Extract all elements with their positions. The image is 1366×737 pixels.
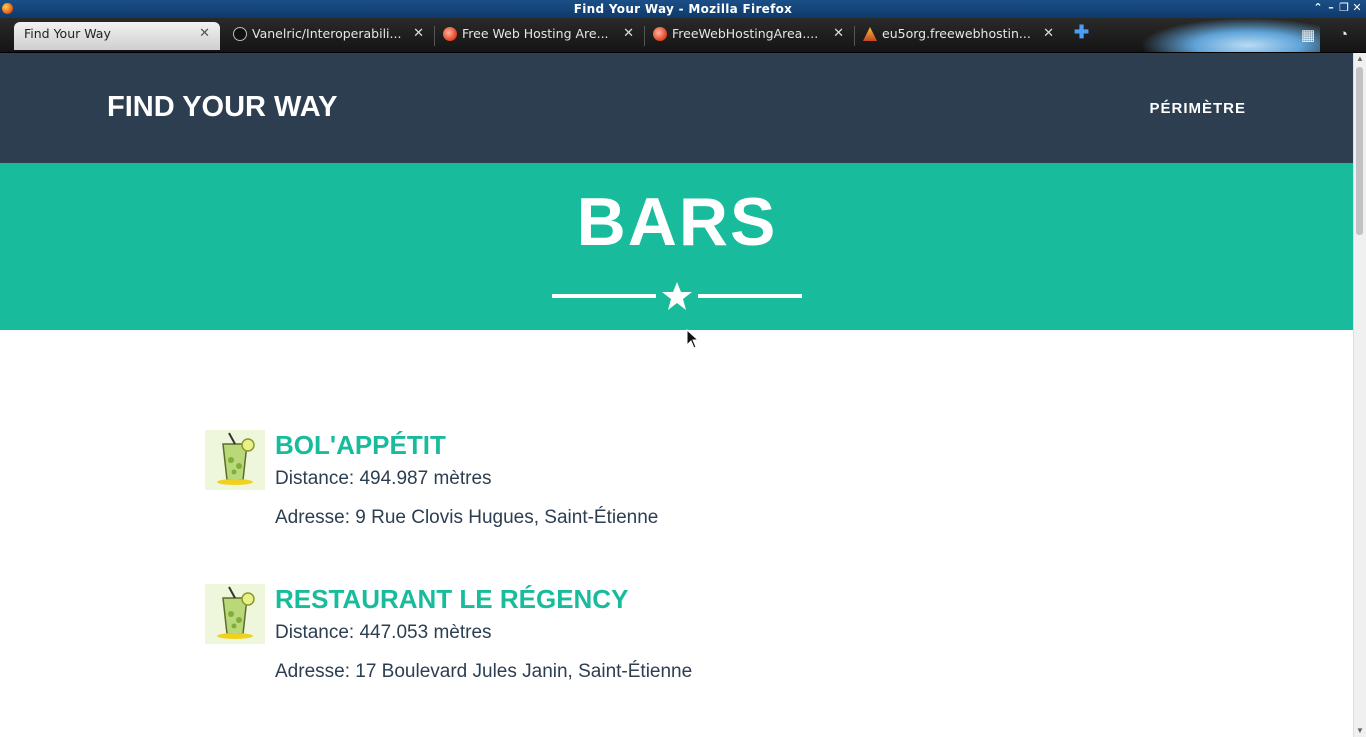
history-icon[interactable]: ◔ [1339,26,1348,43]
roll-up-icon[interactable]: ⌃ [1313,1,1323,15]
tab-github[interactable]: Vanelric/Interoperabili... ✕ [228,22,434,50]
item-distance: Distance: 494.987 mètres [275,468,492,489]
mouse-cursor-icon [686,329,698,349]
hero-header: BARS [0,163,1354,330]
item-address: Adresse: 9 Rue Clovis Hugues, Saint-Étie… [275,507,659,528]
site-brand[interactable]: FIND YOUR WAY [107,91,337,124]
window-controls: ⌃ – ❐ ✕ [1313,1,1362,15]
item-distance: Distance: 447.053 mètres [275,622,492,643]
vertical-scrollbar[interactable]: ▲ ▼ [1353,53,1366,737]
tab-separator [644,26,645,46]
item-address: Adresse: 17 Boulevard Jules Janin, Saint… [275,661,693,682]
divider-line-left [552,294,656,298]
cocktail-glass-icon [205,430,265,490]
nav-link-perimetre[interactable]: PÉRIMÈTRE [1149,100,1246,117]
cocktail-glass-icon [205,584,265,644]
eu5-icon [863,27,877,41]
tab-label: Find Your Way [24,26,111,41]
freewebhostingarea-icon [653,27,667,41]
close-tab-icon[interactable]: ✕ [413,22,424,46]
tab-label: Vanelric/Interoperabili... [252,26,402,41]
close-tab-icon[interactable]: ✕ [623,22,634,46]
scroll-down-icon[interactable]: ▼ [1354,725,1366,737]
theme-decoration [1140,18,1320,52]
star-divider [552,281,802,311]
tab-label: FreeWebHostingArea.... [672,26,819,41]
tab-eu5org[interactable]: eu5org.freewebhostin... ✕ [858,22,1064,50]
close-tab-icon[interactable]: ✕ [1043,22,1054,46]
tab-freewebhostingarea[interactable]: FreeWebHostingArea.... ✕ [648,22,854,50]
close-window-icon[interactable]: ✕ [1352,1,1362,15]
tab-label: Free Web Hosting Are... [462,26,609,41]
scroll-up-icon[interactable]: ▲ [1354,53,1366,65]
tab-label: eu5org.freewebhostin... [882,26,1031,41]
new-tab-icon[interactable]: ✚ [1074,22,1089,43]
close-tab-icon[interactable]: ✕ [199,22,210,46]
tab-groups-icon[interactable]: ▦ [1301,26,1315,44]
scrollbar-thumb[interactable] [1356,67,1363,235]
window-title: Find Your Way - Mozilla Firefox [573,2,793,16]
window-titlebar: Find Your Way - Mozilla Firefox ⌃ – ❐ ✕ [0,0,1366,18]
tab-separator [434,26,435,46]
site-navbar: FIND YOUR WAY PÉRIMÈTRE [0,53,1354,163]
tab-separator [854,26,855,46]
minimize-icon[interactable]: – [1326,1,1336,15]
maximize-icon[interactable]: ❐ [1339,1,1349,15]
page-title: BARS [576,184,778,260]
tab-free-web-hosting[interactable]: Free Web Hosting Are... ✕ [438,22,644,50]
item-name[interactable]: BOL'APPÉTIT [275,430,446,461]
freewebhostingarea-icon [443,27,457,41]
page-content: FIND YOUR WAY PÉRIMÈTRE BARS BOL'APPÉTIT… [0,53,1354,737]
item-name[interactable]: RESTAURANT LE RÉGENCY [275,584,628,615]
github-icon [233,27,247,41]
close-tab-icon[interactable]: ✕ [833,22,844,46]
tab-find-your-way[interactable]: Find Your Way ✕ [14,22,220,50]
divider-line-right [698,294,802,298]
star-icon [662,282,692,310]
